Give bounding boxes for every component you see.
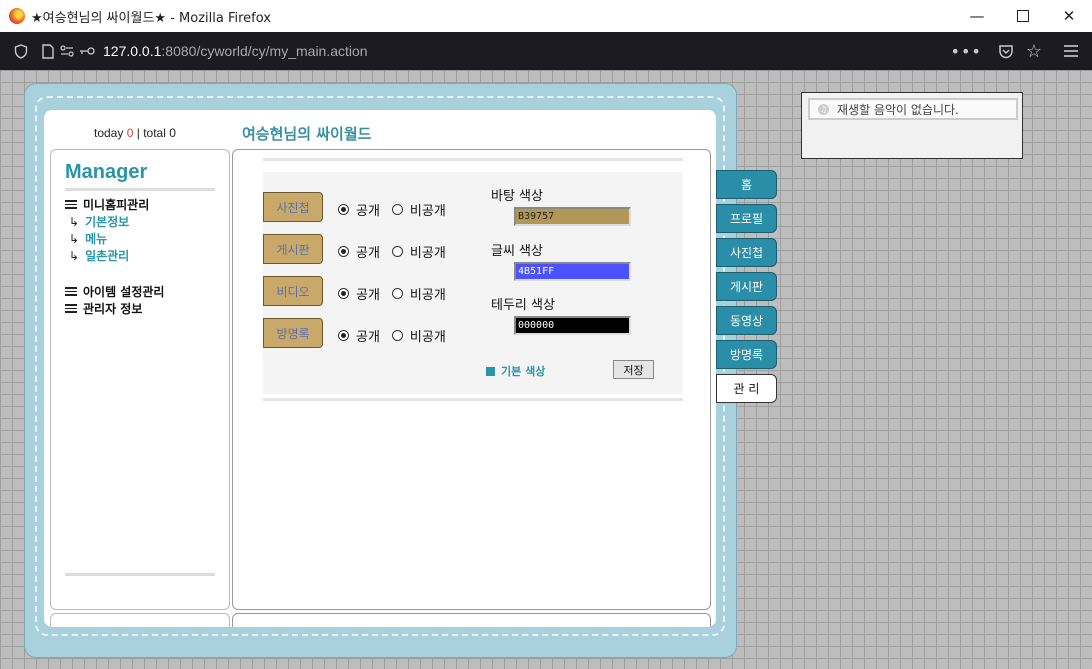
sidebar-menu: 미니홈피관리 ↳ 기본정보 ↳ 메뉴 ↳ 일촌관리 아이템 설정관리 관리자 정… [65,196,164,317]
tab-home[interactable]: 홈 [716,170,777,199]
url-host: 127.0.0.1 [103,43,162,59]
site-title: 여승현님의 싸이월드 [242,125,372,143]
content-top-line [263,158,683,161]
border-color-field[interactable]: 000000 [514,316,631,335]
category-button-board[interactable]: 게시판 [263,234,323,264]
public-label: 공개 [356,288,380,303]
visibility-row-guestbook: 공개 비공개 [338,326,446,345]
sidebar-bottom-divider [65,573,215,576]
manager-divider [65,188,215,191]
save-button[interactable]: 저장 [613,360,654,379]
bookmark-star-icon[interactable]: ☆ [1026,41,1042,62]
key-icon[interactable] [79,46,95,56]
private-radio[interactable] [391,288,403,299]
sidebar-group-homepage[interactable]: 미니홈피관리 [65,196,164,213]
text-color-field[interactable]: 4B51FF [514,262,631,281]
hamburger-menu-icon[interactable] [1064,45,1078,57]
text-color-label: 글씨 색상 [491,244,543,259]
list-icon [65,200,77,209]
music-player: ♫ 재생할 음악이 없습니다. [801,92,1023,159]
list-icon [65,287,77,296]
tab-profile[interactable]: 프로필 [716,204,777,233]
left-page-bottom [50,613,230,627]
sidebar-item-basic-info[interactable]: ↳ 기본정보 [69,213,164,230]
visibility-row-album: 공개 비공개 [338,200,446,219]
public-label: 공개 [356,204,380,219]
sidebar-item-menu[interactable]: ↳ 메뉴 [69,230,164,247]
tab-album[interactable]: 사진첩 [716,238,777,267]
url-bar[interactable]: 127.0.0.1:8080/cyworld/cy/my_main.action [103,43,368,59]
public-radio[interactable] [338,288,349,299]
total-label: total 0 [143,126,176,140]
permissions-icon[interactable] [60,45,74,57]
public-radio[interactable] [338,204,349,215]
window-titlebar: ★여승현님의 싸이월드★ - Mozilla Firefox — ✕ [0,0,1092,32]
firefox-logo-icon [9,8,25,24]
visibility-row-board: 공개 비공개 [338,242,446,261]
more-actions-icon[interactable]: ••• [951,42,982,61]
music-status-bar[interactable]: ♫ 재생할 음악이 없습니다. [808,98,1018,120]
window-controls: — ✕ [954,0,1092,32]
tab-guestbook[interactable]: 방명록 [716,340,777,369]
visitor-counter: today 0 | total 0 [94,126,176,140]
url-path: :8080/cyworld/cy/my_main.action [161,43,368,59]
page-icon[interactable] [42,43,54,59]
sidebar-group-admin[interactable]: 관리자 정보 [65,300,164,317]
tab-manage[interactable]: 관 리 [716,374,777,403]
sidebar-group-items[interactable]: 아이템 설정관리 [65,283,164,300]
private-label: 비공개 [409,246,446,261]
minimize-button[interactable]: — [954,0,1000,32]
tab-board[interactable]: 게시판 [716,272,777,301]
default-color-link[interactable]: 기본 색상 [486,363,545,379]
arrow-icon: ↳ [69,248,80,263]
public-radio[interactable] [338,330,349,341]
square-icon [486,366,495,376]
arrow-icon: ↳ [69,231,80,246]
public-label: 공개 [356,246,380,261]
category-button-album[interactable]: 사진첩 [263,192,323,222]
private-radio[interactable] [391,204,403,215]
background-color-label: 바탕 색상 [491,189,543,204]
arrow-icon: ↳ [69,214,80,229]
private-label: 비공개 [409,288,446,303]
counter-separator: | [136,126,140,140]
private-radio[interactable] [391,330,403,341]
background-color-field[interactable]: B39757 [514,207,631,226]
today-count: 0 [126,126,134,140]
close-window-button[interactable]: ✕ [1046,0,1092,32]
private-radio[interactable] [391,246,403,257]
today-label: today [94,126,124,140]
sidebar-item-ilchon[interactable]: ↳ 일촌관리 [69,247,164,264]
maximize-button[interactable] [1000,0,1046,32]
sidebar-item-label: 메뉴 [85,232,108,246]
toolbar-right: ••• ☆ [951,32,1092,70]
music-note-icon: ♫ [818,103,829,115]
private-label: 비공개 [409,204,446,219]
music-status-text: 재생할 음악이 없습니다. [837,102,959,117]
window-title: ★여승현님의 싸이월드★ - Mozilla Firefox [31,10,271,26]
list-icon [65,304,77,313]
manager-title: Manager [65,161,148,183]
category-button-guestbook[interactable]: 방명록 [263,318,323,348]
public-label: 공개 [356,330,380,345]
sidebar-group-label: 미니홈피관리 [83,198,150,212]
sidebar-item-label: 기본정보 [85,215,130,229]
public-radio[interactable] [338,246,349,257]
content-bottom-line [263,398,683,401]
default-color-label: 기본 색상 [501,365,546,378]
sidebar-item-label: 일촌관리 [85,249,130,263]
border-color-label: 테두리 색상 [491,298,555,313]
private-label: 비공개 [409,330,446,345]
right-page-bottom [232,613,711,627]
category-button-video[interactable]: 비디오 [263,276,323,306]
pocket-icon[interactable] [998,44,1014,59]
sidebar-group-label: 관리자 정보 [83,302,143,316]
sidebar-group-label: 아이템 설정관리 [83,285,165,299]
browser-toolbar: 127.0.0.1:8080/cyworld/cy/my_main.action… [0,32,1092,70]
tab-video[interactable]: 동영상 [716,306,777,335]
visibility-row-video: 공개 비공개 [338,284,446,303]
shield-icon[interactable] [14,43,28,59]
